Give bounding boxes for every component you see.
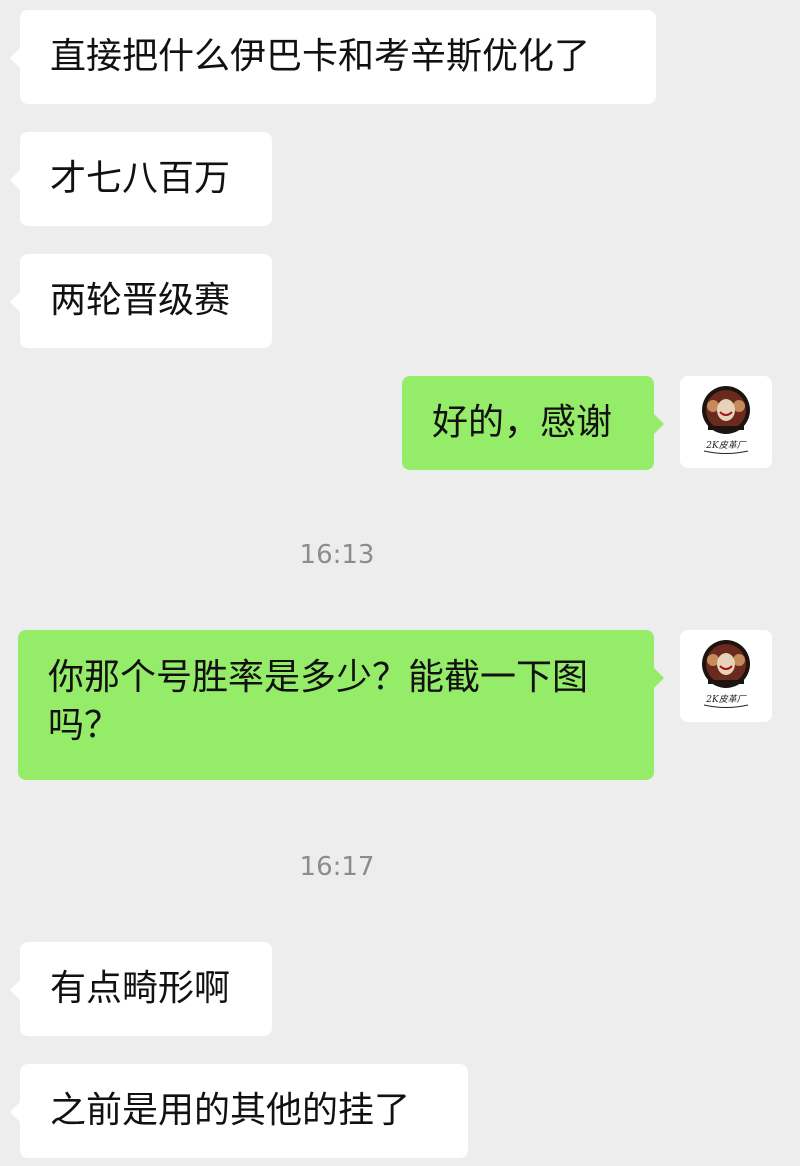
message-bubble-incoming[interactable]: 有点畸形啊 — [10, 942, 272, 1036]
message-text: 你那个号胜率是多少？能截一下图吗？ — [48, 657, 589, 746]
message-bubble-outgoing[interactable]: 好的，感谢 — [402, 376, 664, 470]
message-text: 才七八百万 — [50, 158, 231, 199]
avatar-caption: 2K皮革厂 — [705, 440, 747, 451]
timestamp: 16:17 — [299, 852, 375, 882]
joker-avatar-icon: 2K皮革厂 — [680, 630, 772, 722]
message-bubble-incoming[interactable]: 才七八百万 — [10, 132, 272, 226]
message-bubble-incoming[interactable]: 之前是用的其他的挂了 — [10, 1064, 468, 1158]
message-bubble-outgoing[interactable]: 你那个号胜率是多少？能截一下图吗？ — [18, 630, 664, 780]
timestamp: 16:13 — [299, 540, 375, 570]
avatar[interactable]: 2K皮革厂 — [680, 630, 772, 722]
message-bubble-incoming[interactable]: 直接把什么伊巴卡和考辛斯优化了 — [10, 10, 656, 104]
message-text: 两轮晋级赛 — [50, 280, 231, 321]
message-text: 之前是用的其他的挂了 — [50, 1090, 411, 1131]
avatar[interactable]: 2K皮革厂 — [680, 376, 772, 468]
message-text: 直接把什么伊巴卡和考辛斯优化了 — [50, 36, 591, 77]
message-text: 有点畸形啊 — [50, 968, 231, 1009]
message-text: 好的，感谢 — [432, 402, 613, 443]
chat-area[interactable]: 直接把什么伊巴卡和考辛斯优化了 才七八百万 两轮晋级赛 好的，感谢 2K皮革厂 … — [0, 0, 800, 1166]
message-bubble-incoming[interactable]: 两轮晋级赛 — [10, 254, 272, 348]
avatar-caption: 2K皮革厂 — [705, 694, 747, 705]
joker-avatar-icon: 2K皮革厂 — [680, 376, 772, 468]
